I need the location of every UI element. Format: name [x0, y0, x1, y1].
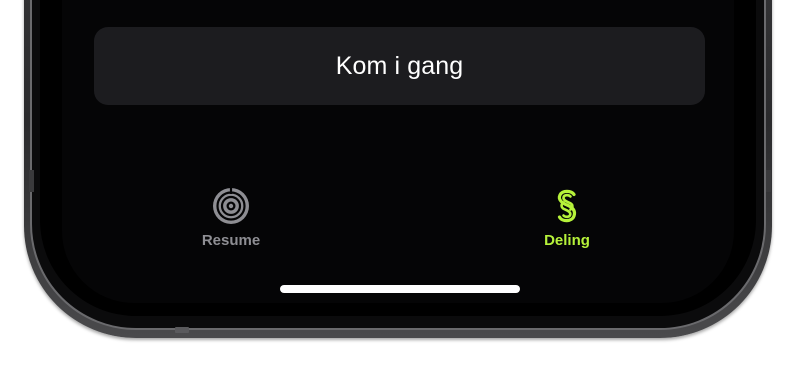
side-button-right — [766, 170, 771, 192]
tab-deling[interactable]: Deling — [507, 186, 627, 254]
tab-resume[interactable]: Resume — [171, 186, 291, 254]
tab-deling-label: Deling — [544, 232, 590, 249]
get-started-label: Kom i gang — [335, 51, 464, 80]
bottom-port — [175, 327, 189, 333]
side-button-left — [29, 170, 34, 192]
share-loop-icon — [557, 189, 577, 223]
device-frame: Kom i gang Resume Deling — [0, 0, 796, 375]
home-indicator[interactable] — [280, 285, 520, 293]
get-started-button[interactable]: Kom i gang — [94, 27, 705, 105]
tab-resume-label: Resume — [201, 232, 261, 249]
target-rings-icon — [213, 188, 249, 224]
